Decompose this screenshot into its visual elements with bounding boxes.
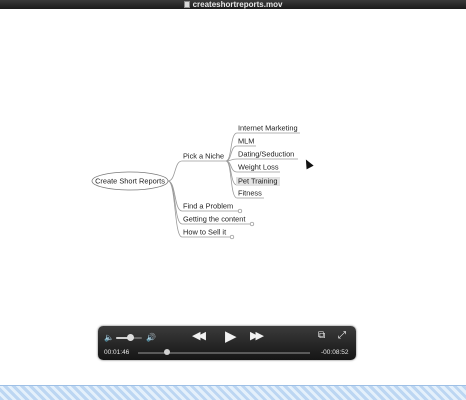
collapse-dot-getting-the-content[interactable] [249, 221, 255, 227]
fast-forward-icon[interactable]: ▶▶ [250, 331, 264, 342]
scrubber-track[interactable] [138, 349, 310, 355]
movie-file-icon [183, 1, 190, 8]
remaining-time: -00:08:52 [321, 349, 349, 356]
window-titlebar: createshortreports.mov [0, 0, 466, 9]
playhead[interactable] [164, 349, 171, 355]
collapse-dot-find-a-problem[interactable] [237, 208, 243, 214]
elapsed-time: 00:01:46 [104, 349, 130, 356]
branch-how-to-sell-it[interactable]: How to Sell it [183, 228, 226, 237]
title-group: createshortreports.mov [183, 0, 283, 9]
sub-fitness[interactable]: Fitness [238, 189, 262, 198]
volume-slider[interactable] [116, 334, 142, 341]
branch-find-a-problem[interactable]: Find a Problem [183, 202, 233, 211]
sub-pet-training[interactable]: Pet Training [238, 177, 277, 186]
rewind-icon[interactable]: ◀◀ [192, 331, 206, 342]
window-title: createshortreports.mov [192, 0, 283, 9]
volume-max-icon[interactable]: 🔊 [146, 333, 156, 343]
play-icon[interactable]: ▶ [225, 329, 237, 344]
sub-internet-marketing[interactable]: Internet Marketing [238, 124, 298, 133]
collapse-dot-how-to-sell-it[interactable] [229, 234, 235, 240]
branch-getting-the-content[interactable]: Getting the content [183, 215, 245, 224]
sub-mlm[interactable]: MLM [238, 137, 254, 146]
volume-mute-icon[interactable]: 🔈 [104, 333, 114, 343]
volume-knob[interactable] [127, 334, 135, 341]
movie-controller[interactable]: 🔈 🔊 ◀◀ ▶ ▶▶ ⧉ ⤢ 00:01:46 -00:08:52 [98, 326, 356, 360]
sub-dating-seduction[interactable]: Dating/Seduction [238, 150, 294, 159]
share-icon[interactable]: ⧉ [318, 331, 325, 341]
connector-pick-a-niche [167, 160, 226, 182]
branch-pick-a-niche[interactable]: Pick a Niche [183, 152, 224, 161]
desktop-strip [0, 385, 466, 400]
connector-dating-seduction [225, 158, 298, 162]
root-node-label[interactable]: Create Short Reports [95, 177, 165, 186]
fullscreen-icon[interactable]: ⤢ [338, 331, 346, 341]
sub-weight-loss[interactable]: Weight Loss [238, 163, 279, 172]
